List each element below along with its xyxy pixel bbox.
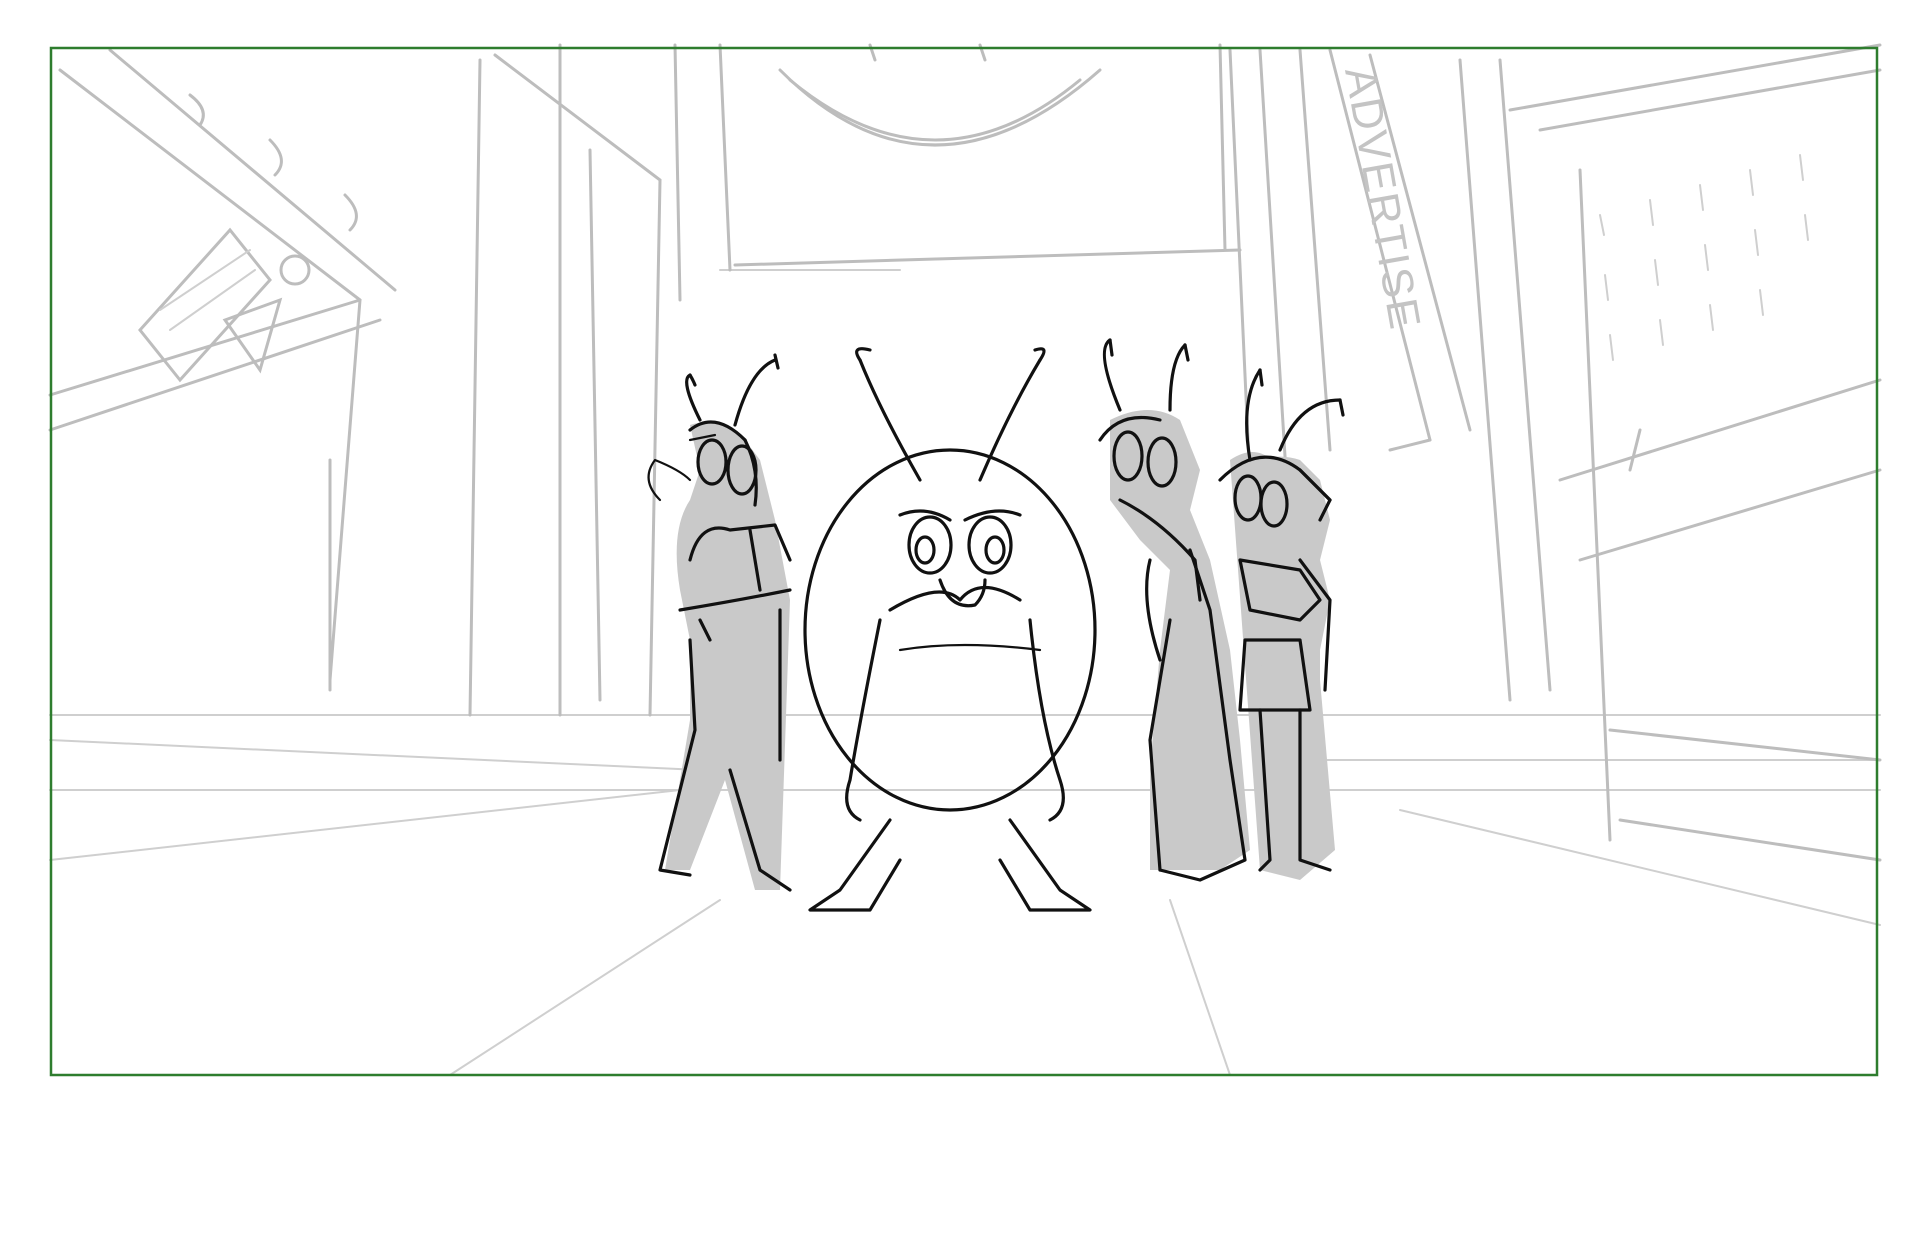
panel-frame bbox=[49, 46, 1879, 1077]
storyboard-canvas: ADVERTISE bbox=[48, 43, 1882, 1077]
character-group bbox=[647, 338, 1345, 912]
vertical-sign-text: ADVERTISE bbox=[1335, 63, 1430, 334]
left-ant-character bbox=[647, 353, 792, 892]
background-city-sketch: ADVERTISE bbox=[48, 43, 1882, 1076]
left-building bbox=[48, 48, 397, 692]
leader-bug-character bbox=[803, 347, 1097, 912]
center-billboard bbox=[718, 43, 1242, 272]
right-building bbox=[1458, 43, 1882, 862]
storyboard-panel: ADVERTISE bbox=[0, 0, 1920, 1242]
